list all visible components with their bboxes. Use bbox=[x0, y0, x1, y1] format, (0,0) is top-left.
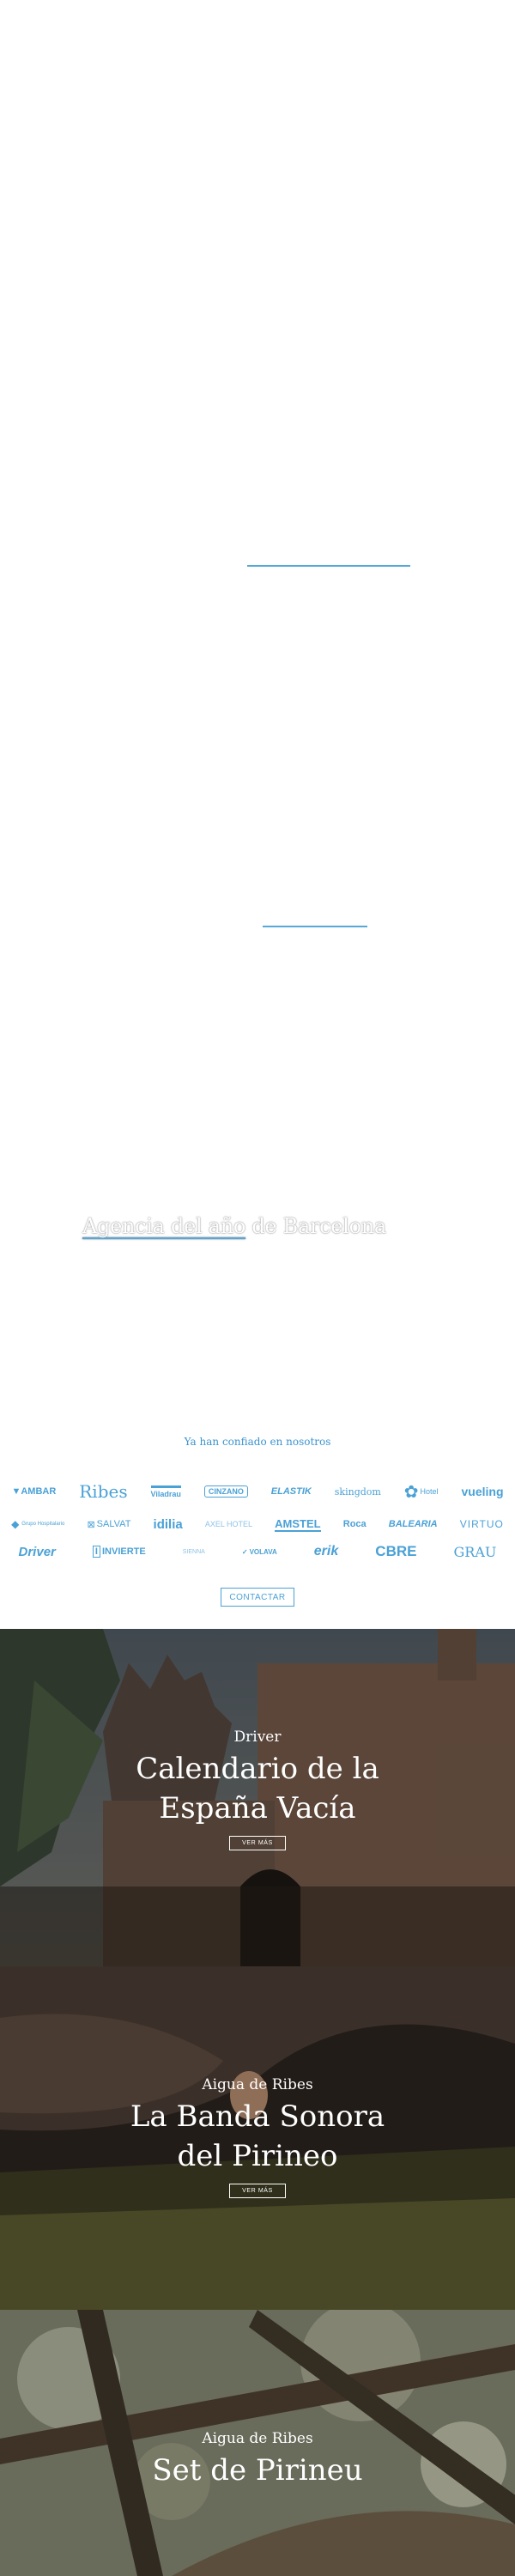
case-driver-client: Driver bbox=[233, 1728, 282, 1746]
client-logo-ambar: ▼ AMBAR bbox=[11, 1486, 57, 1497]
client-logo-grau: GRAU bbox=[453, 1543, 497, 1560]
case-driver-content: Driver Calendario de la España Vacía VER… bbox=[0, 1728, 515, 1850]
case-banda-sonora[interactable]: Aigua de Ribes La Banda Sonora del Pirin… bbox=[0, 1966, 515, 2310]
case-set-pirineu[interactable]: Aigua de Ribes Set de Pirineu bbox=[0, 2310, 515, 2576]
client-logo-grupo-hospitalario: ◆ Grupo Hospitalario bbox=[11, 1518, 65, 1530]
clients-heading: Ya han confiado en nosotros bbox=[184, 1436, 331, 1448]
client-logo-invierte: I INVIERTE bbox=[92, 1546, 146, 1558]
case-set-pirineu-title: Set de Pirineu bbox=[152, 2453, 363, 2488]
case-banda-sonora-title: La Banda Sonora del Pirineo bbox=[130, 2099, 385, 2173]
client-logo-ribes: Ribes bbox=[79, 1481, 128, 1502]
client-logo-erik: erik bbox=[313, 1544, 339, 1558]
client-logo-axel-hotel: AXEL HOTEL bbox=[204, 1520, 253, 1528]
case-set-pirineu-content: Aigua de Ribes Set de Pirineu bbox=[0, 2430, 515, 2490]
logo-row-1: ▼ AMBAR Ribes Viladrau CINZANO ELASTIK sk… bbox=[0, 1479, 515, 1504]
client-logo-roca: Roca bbox=[342, 1519, 367, 1529]
logo-row-2: ◆ Grupo Hospitalario ⊠ SALVAT idilia AXEL … bbox=[0, 1513, 515, 1535]
client-logo-salvat: ⊠ SALVAT bbox=[87, 1519, 131, 1530]
hero-underline-1 bbox=[247, 565, 410, 567]
case-driver[interactable]: Driver Calendario de la España Vacía VER… bbox=[0, 1629, 515, 1966]
client-logo-amstel: AMSTEL bbox=[275, 1516, 321, 1532]
client-logo-idilia: idilia bbox=[153, 1516, 183, 1532]
hero-underline-2 bbox=[263, 926, 367, 927]
client-logo-skingdom: skingdom bbox=[334, 1485, 381, 1498]
case-banda-sonora-content: Aigua de Ribes La Banda Sonora del Pirin… bbox=[0, 2076, 515, 2198]
client-logo-cbre: CBRE bbox=[375, 1543, 417, 1559]
case-driver-title: Calendario de la España Vacía bbox=[136, 1752, 379, 1826]
contact-button[interactable]: CONTACTAR bbox=[221, 1588, 294, 1607]
agency-of-year-link[interactable]: Agencia del año bbox=[82, 1214, 245, 1238]
case-banda-sonora-client: Aigua de Ribes bbox=[202, 2076, 313, 2093]
client-logo-sienna: SIENNA bbox=[182, 1548, 205, 1555]
client-logo-virtuo: VIRTUO bbox=[459, 1518, 504, 1530]
logo-row-3: Driver I INVIERTE SIENNA ✓ VOLAVA erik CBR… bbox=[0, 1540, 515, 1564]
client-logo-elastik: ELASTIK bbox=[270, 1486, 312, 1497]
case-banda-sonora-more-button[interactable]: VER MÁS bbox=[229, 2184, 286, 2198]
case-set-pirineu-client: Aigua de Ribes bbox=[202, 2430, 313, 2447]
case-driver-more-button[interactable]: VER MÁS bbox=[229, 1836, 286, 1850]
client-logo-hotel: ✿ Hotel bbox=[403, 1482, 439, 1502]
client-logo-viladrau: Viladrau bbox=[150, 1485, 181, 1498]
agency-of-year-heading: Agencia del año de Barcelona bbox=[82, 1214, 386, 1238]
client-logo-driver: Driver bbox=[18, 1544, 56, 1559]
client-logo-volava: ✓ VOLAVA bbox=[241, 1547, 277, 1556]
client-logo-cinzano: CINZANO bbox=[203, 1485, 248, 1498]
client-logo-balearia: BALEARIA bbox=[388, 1519, 438, 1529]
client-logo-vueling: vueling bbox=[461, 1485, 504, 1498]
